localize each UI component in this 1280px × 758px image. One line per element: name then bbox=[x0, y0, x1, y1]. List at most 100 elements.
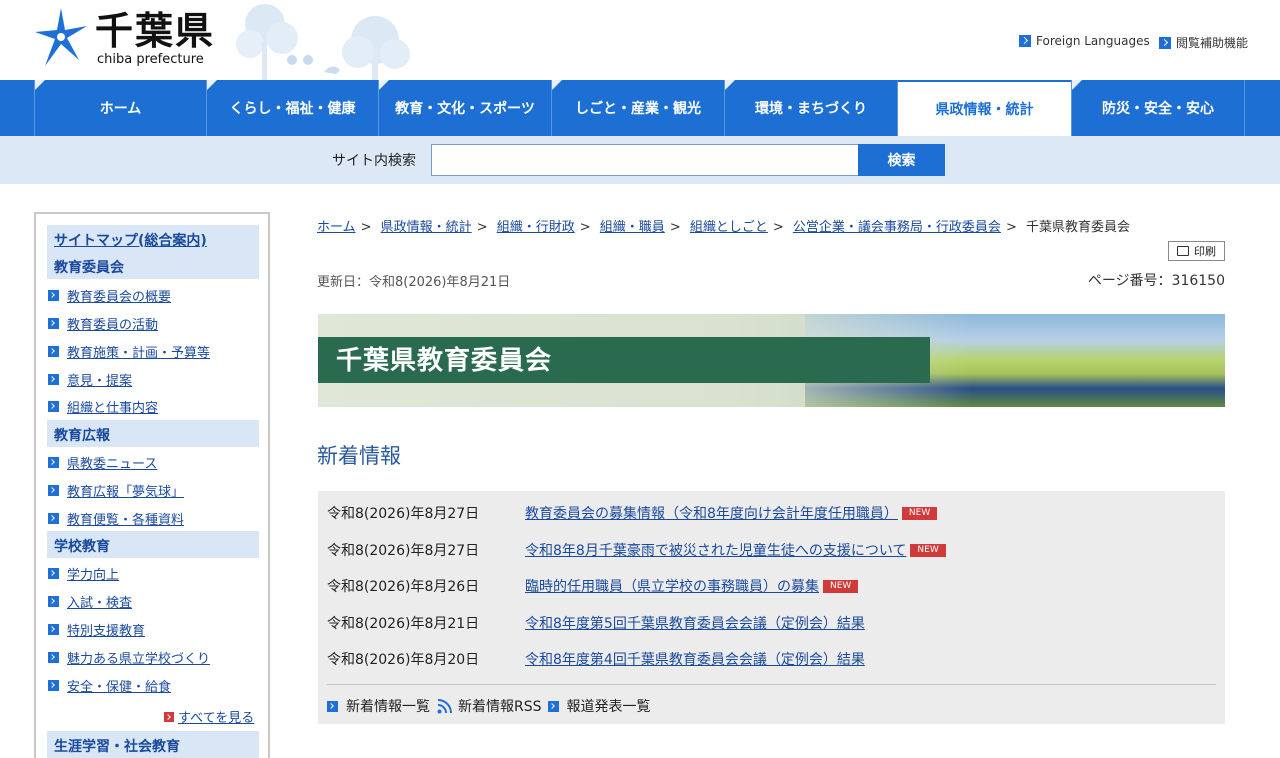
news-item: 令和8(2026)年8月20日 令和8年度第4回千葉県教育委員会会議（定例会）結… bbox=[327, 647, 865, 671]
sidebar-item-label: 学力向上 bbox=[67, 568, 120, 583]
news-item: 令和8(2026)年8月21日 令和8年度第5回千葉県教育委員会会議（定例会）結… bbox=[327, 611, 865, 635]
arrow-icon bbox=[547, 700, 559, 712]
arrow-icon bbox=[48, 318, 59, 329]
news-date: 令和8(2026)年8月26日 bbox=[327, 579, 480, 595]
search-input[interactable] bbox=[431, 144, 859, 176]
printer-icon bbox=[1177, 246, 1189, 256]
arrow-icon bbox=[48, 680, 59, 691]
accessibility-link[interactable]: 閲覧補助機能 bbox=[1159, 34, 1248, 51]
sidebar-item-label: 意見・提案 bbox=[67, 374, 133, 389]
sidebar-section-title: 生涯学習・社会教育 bbox=[47, 731, 259, 758]
news-footer: 新着情報一覧 新着情報RSS 報道発表一覧 bbox=[327, 696, 657, 716]
news-list-link[interactable]: 新着情報一覧 bbox=[346, 696, 430, 716]
arrow-icon bbox=[48, 485, 59, 496]
news-link[interactable]: 令和8年度第5回千葉県教育委員会会議（定例会）結果 bbox=[525, 613, 865, 633]
sidebar-section-title: 学校教育 bbox=[47, 531, 259, 558]
foreign-languages-label: Foreign Languages bbox=[1036, 34, 1150, 48]
arrow-icon bbox=[48, 374, 59, 385]
search-button[interactable]: 検索 bbox=[858, 144, 945, 176]
nav-government[interactable]: 県政情報・統計 bbox=[897, 80, 1071, 136]
sidebar-item[interactable]: 特別支援教育 bbox=[48, 620, 145, 639]
nav-safety[interactable]: 防災・安全・安心 bbox=[1071, 80, 1245, 136]
sidebar-item[interactable]: 教育広報「夢気球」 bbox=[48, 481, 184, 500]
sidebar-item[interactable]: 教育施策・計画・予算等 bbox=[48, 342, 210, 361]
breadcrumb: ホーム > 県政情報・統計 > 組織・行財政 > 組織・職員 > 組織としごと > 公営企… bbox=[317, 220, 1130, 235]
news-link[interactable]: 臨時的任用職員（県立学校の事務職員）の募集 bbox=[525, 576, 819, 596]
logo-title: 千葉県 bbox=[95, 9, 216, 53]
sidebar-item[interactable]: 教育委員の活動 bbox=[48, 314, 158, 333]
nav-label: 防災・安全・安心 bbox=[1102, 101, 1214, 117]
nav-label: 県政情報・統計 bbox=[935, 102, 1034, 118]
sidebar-item-label: 教育委員会の概要 bbox=[67, 290, 172, 305]
arrow-icon bbox=[1159, 36, 1171, 49]
sidebar-item[interactable]: 教育委員会の概要 bbox=[48, 286, 171, 305]
arrow-icon bbox=[327, 700, 338, 712]
logo-subtitle: chiba prefecture bbox=[97, 52, 204, 67]
nav-education[interactable]: 教育・文化・スポーツ bbox=[378, 80, 551, 136]
breadcrumb-current: 千葉県教育委員会 bbox=[1025, 220, 1130, 235]
sidebar-item-label: 特別支援教育 bbox=[67, 624, 146, 639]
breadcrumb-link[interactable]: 県政情報・統計 bbox=[381, 220, 472, 235]
news-link[interactable]: 教育委員会の募集情報（令和8年度向け会計年度任用職員） bbox=[525, 503, 898, 523]
sidebar-item[interactable]: 入試・検査 bbox=[48, 592, 132, 611]
news-list: 令和8(2026)年8月27日 教育委員会の募集情報（令和8年度向け会計年度任用… bbox=[318, 491, 1225, 724]
arrow-icon bbox=[48, 568, 59, 579]
news-item: 令和8(2026)年8月27日 令和8年8月千葉豪雨で被災された児童生徒への支援… bbox=[327, 538, 946, 562]
site-header: 千葉県 chiba prefecture Foreign Languages 閲… bbox=[0, 0, 1280, 80]
page-title: 千葉県教育委員会 bbox=[336, 346, 553, 376]
arrow-icon bbox=[164, 711, 174, 722]
nav-label: 教育・文化・スポーツ bbox=[395, 101, 535, 117]
page-number: ページ番号：316150 bbox=[1087, 273, 1225, 289]
breadcrumb-link[interactable]: 組織としごと bbox=[690, 220, 768, 235]
updated-date: 更新日：令和8(2026)年8月21日 bbox=[317, 275, 511, 290]
see-all-link[interactable]: すべてを見る bbox=[164, 707, 254, 726]
arrow-icon bbox=[48, 513, 59, 524]
see-all-label: すべてを見る bbox=[178, 711, 255, 726]
search-label: サイト内検索 bbox=[332, 153, 416, 169]
site-logo[interactable]: 千葉県 chiba prefecture bbox=[33, 8, 223, 72]
print-button[interactable]: 印刷 bbox=[1168, 241, 1225, 261]
page-banner: 千葉県教育委員会 bbox=[318, 314, 1225, 407]
sidebar: サイトマップ(総合案内) 教育委員会 教育委員会の概要 教育委員の活動 教育施策… bbox=[34, 212, 270, 758]
sidebar-item[interactable]: 意見・提案 bbox=[48, 370, 132, 389]
news-item: 令和8(2026)年8月26日 臨時的任用職員（県立学校の事務職員）の募集 NE… bbox=[327, 574, 859, 598]
nav-label: くらし・福祉・健康 bbox=[229, 101, 356, 117]
breadcrumb-link[interactable]: 公営企業・議会事務局・行政委員会 bbox=[793, 220, 1001, 235]
nav-home[interactable]: ホーム bbox=[34, 80, 206, 136]
news-link[interactable]: 令和8年8月千葉豪雨で被災された児童生徒への支援について bbox=[525, 540, 906, 560]
nav-label: しごと・産業・観光 bbox=[575, 101, 701, 117]
sidebar-item-label: 組織と仕事内容 bbox=[67, 401, 159, 416]
breadcrumb-link[interactable]: 組織・職員 bbox=[600, 220, 665, 235]
press-release-link[interactable]: 報道発表一覧 bbox=[567, 696, 651, 716]
sidebar-item[interactable]: 県教委ニュース bbox=[48, 453, 157, 472]
news-date: 令和8(2026)年8月27日 bbox=[327, 506, 480, 522]
sidebar-item[interactable]: 安全・保健・給食 bbox=[48, 676, 171, 695]
sidebar-item[interactable]: 教育便覧・各種資料 bbox=[48, 509, 184, 528]
arrow-icon bbox=[48, 624, 59, 635]
news-link[interactable]: 令和8年度第4回千葉県教育委員会会議（定例会）結果 bbox=[525, 649, 865, 669]
sidebar-item-label: 県教委ニュース bbox=[67, 457, 158, 472]
arrow-icon bbox=[48, 290, 59, 301]
news-date: 令和8(2026)年8月20日 bbox=[327, 652, 480, 668]
nav-living[interactable]: くらし・福祉・健康 bbox=[206, 80, 378, 136]
sidebar-item[interactable]: 組織と仕事内容 bbox=[48, 397, 158, 416]
sidebar-section-title: 教育広報 bbox=[47, 420, 259, 447]
sidebar-item-label: 教育委員の活動 bbox=[67, 318, 159, 333]
sidebar-item-label: 安全・保健・給食 bbox=[67, 680, 172, 695]
arrow-icon bbox=[48, 652, 59, 663]
nav-work[interactable]: しごと・産業・観光 bbox=[551, 80, 724, 136]
accessibility-label: 閲覧補助機能 bbox=[1176, 36, 1249, 50]
sidebar-item[interactable]: 魅力ある県立学校づくり bbox=[48, 648, 210, 667]
rss-icon bbox=[437, 699, 452, 714]
sidebar-item-label: 入試・検査 bbox=[67, 596, 133, 611]
breadcrumb-link[interactable]: 組織・行財政 bbox=[497, 220, 575, 235]
sidebar-sitemap-link[interactable]: サイトマップ(総合案内) bbox=[47, 225, 259, 252]
foreign-languages-link[interactable]: Foreign Languages bbox=[1019, 34, 1150, 48]
breadcrumb-link[interactable]: ホーム bbox=[317, 220, 356, 235]
arrow-icon bbox=[48, 596, 59, 607]
nav-environment[interactable]: 環境・まちづくり bbox=[724, 80, 897, 136]
news-rss-link[interactable]: 新着情報RSS bbox=[458, 696, 542, 716]
sidebar-section-title: 教育委員会 bbox=[47, 252, 259, 279]
news-heading: 新着情報 bbox=[317, 444, 401, 468]
sidebar-item[interactable]: 学力向上 bbox=[48, 564, 119, 583]
